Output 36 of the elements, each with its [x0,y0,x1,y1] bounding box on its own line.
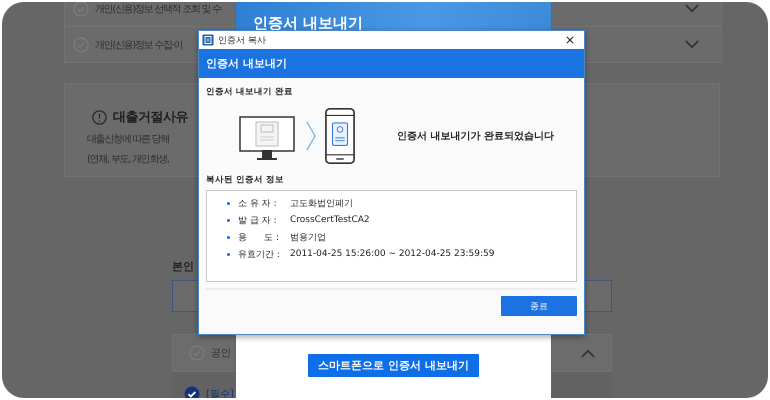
info-value: CrossCertTestCA2 [290,215,370,225]
info-key: 용 도 : [238,230,290,244]
info-key: 유효기간 : [238,248,290,260]
info-label: 복사된 인증서 정보 [206,174,284,186]
bullet-icon [227,218,230,222]
window-title: 인증서 복사 [218,34,266,46]
app-icon [202,34,214,46]
info-key: 발 급 자 : [238,214,290,226]
completion-message: 인증서 내보내기가 완료되었습니다 [397,130,554,143]
chevron-icon[interactable] [581,348,595,358]
agreement-label: 개인(신용)정보 선택적 조회 및 수 [95,2,221,16]
bullet-icon [227,236,230,238]
field-label: 본인 [172,259,195,274]
info-value: 고도화법인폐기 [290,198,353,210]
notice-text: (연체, 부도, 개인회생, [87,153,169,166]
close-icon[interactable] [566,36,574,44]
modal-title: 인증서 내보내기 [253,14,364,32]
notice-text: 대출신청에 따른 당해 [87,133,170,146]
status-label: 인증서 내보내기 완료 [206,86,293,98]
close-button[interactable]: 종료 [501,296,577,316]
chevron-down-icon[interactable] [685,4,699,13]
info-value: 2011-04-25 15:26:00 ~ 2012-04-25 23:59:59 [290,249,494,259]
dialog-heading: 인증서 내보내기 [206,56,287,71]
info-value: 범용기업 [290,232,326,244]
info-key: 소 유 자 : [238,196,290,210]
monitor-icon [239,116,295,162]
notice-title: 대출거절사유 [113,109,188,126]
bullet-icon [227,252,230,256]
chevron-right-icon [305,121,317,151]
smartphone-icon [325,107,355,165]
exclamation-icon [92,110,107,124]
export-to-smartphone-button[interactable]: 스마트폰으로 인증서 내보내기 [308,354,479,377]
agreement-label: 개인(신용)정보 수집·이 [95,38,182,52]
bullet-icon [227,202,230,204]
chevron-down-icon[interactable] [685,40,699,49]
section-label: 공인 [211,347,231,360]
